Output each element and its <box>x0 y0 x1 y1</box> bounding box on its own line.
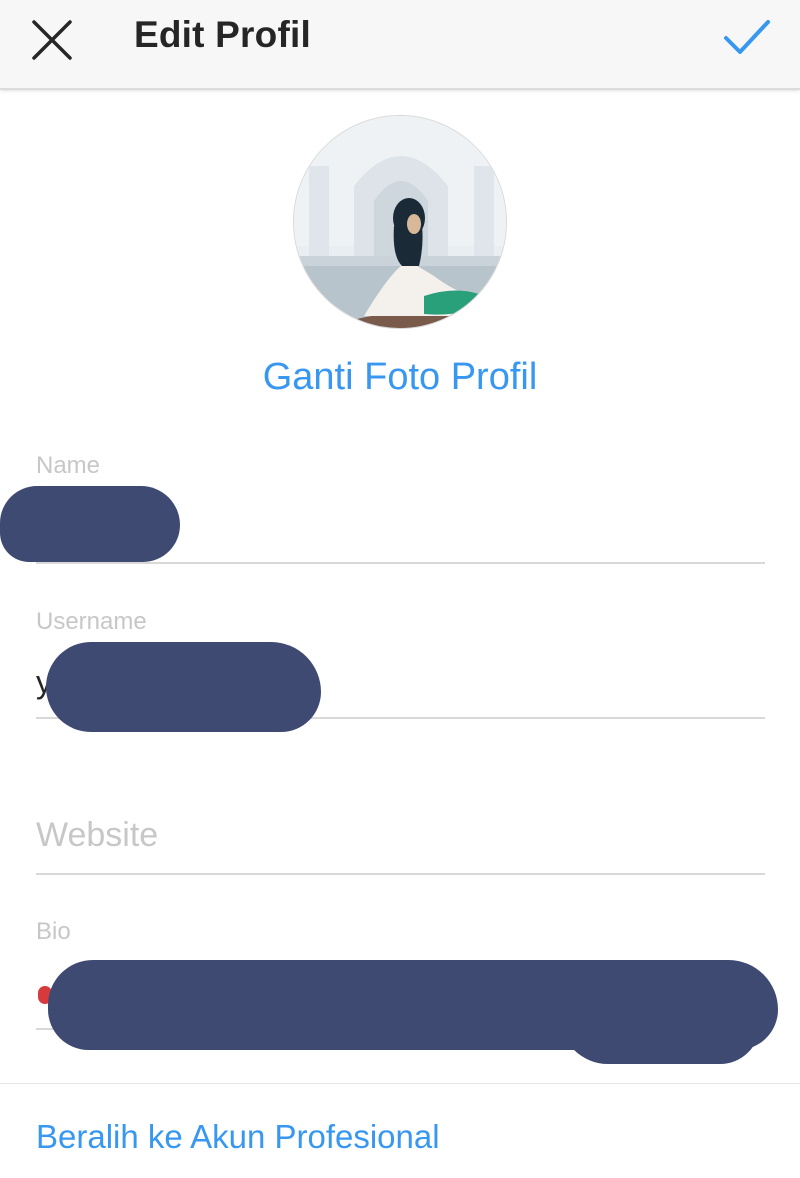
profile-photo[interactable] <box>293 115 507 329</box>
redaction-mark <box>560 968 760 1064</box>
change-profile-photo-link[interactable]: Ganti Foto Profil <box>0 356 800 399</box>
close-icon <box>32 20 72 60</box>
redaction-mark <box>0 486 180 562</box>
bio-label: Bio <box>36 918 71 945</box>
page-title: Edit Profil <box>134 14 311 55</box>
website-field[interactable]: Website <box>36 760 765 875</box>
switch-to-professional-account-link[interactable]: Beralih ke Akun Profesional <box>36 1118 440 1156</box>
close-button[interactable] <box>20 8 84 72</box>
top-app-bar: Edit Profil <box>0 0 800 90</box>
section-divider <box>0 1083 800 1084</box>
checkmark-icon <box>724 20 770 54</box>
save-button[interactable] <box>712 6 782 70</box>
redaction-mark <box>46 642 321 732</box>
profile-photo-image <box>294 116 506 328</box>
website-placeholder: Website <box>36 816 159 854</box>
name-label: Name <box>36 452 101 479</box>
username-label: Username <box>36 608 147 635</box>
